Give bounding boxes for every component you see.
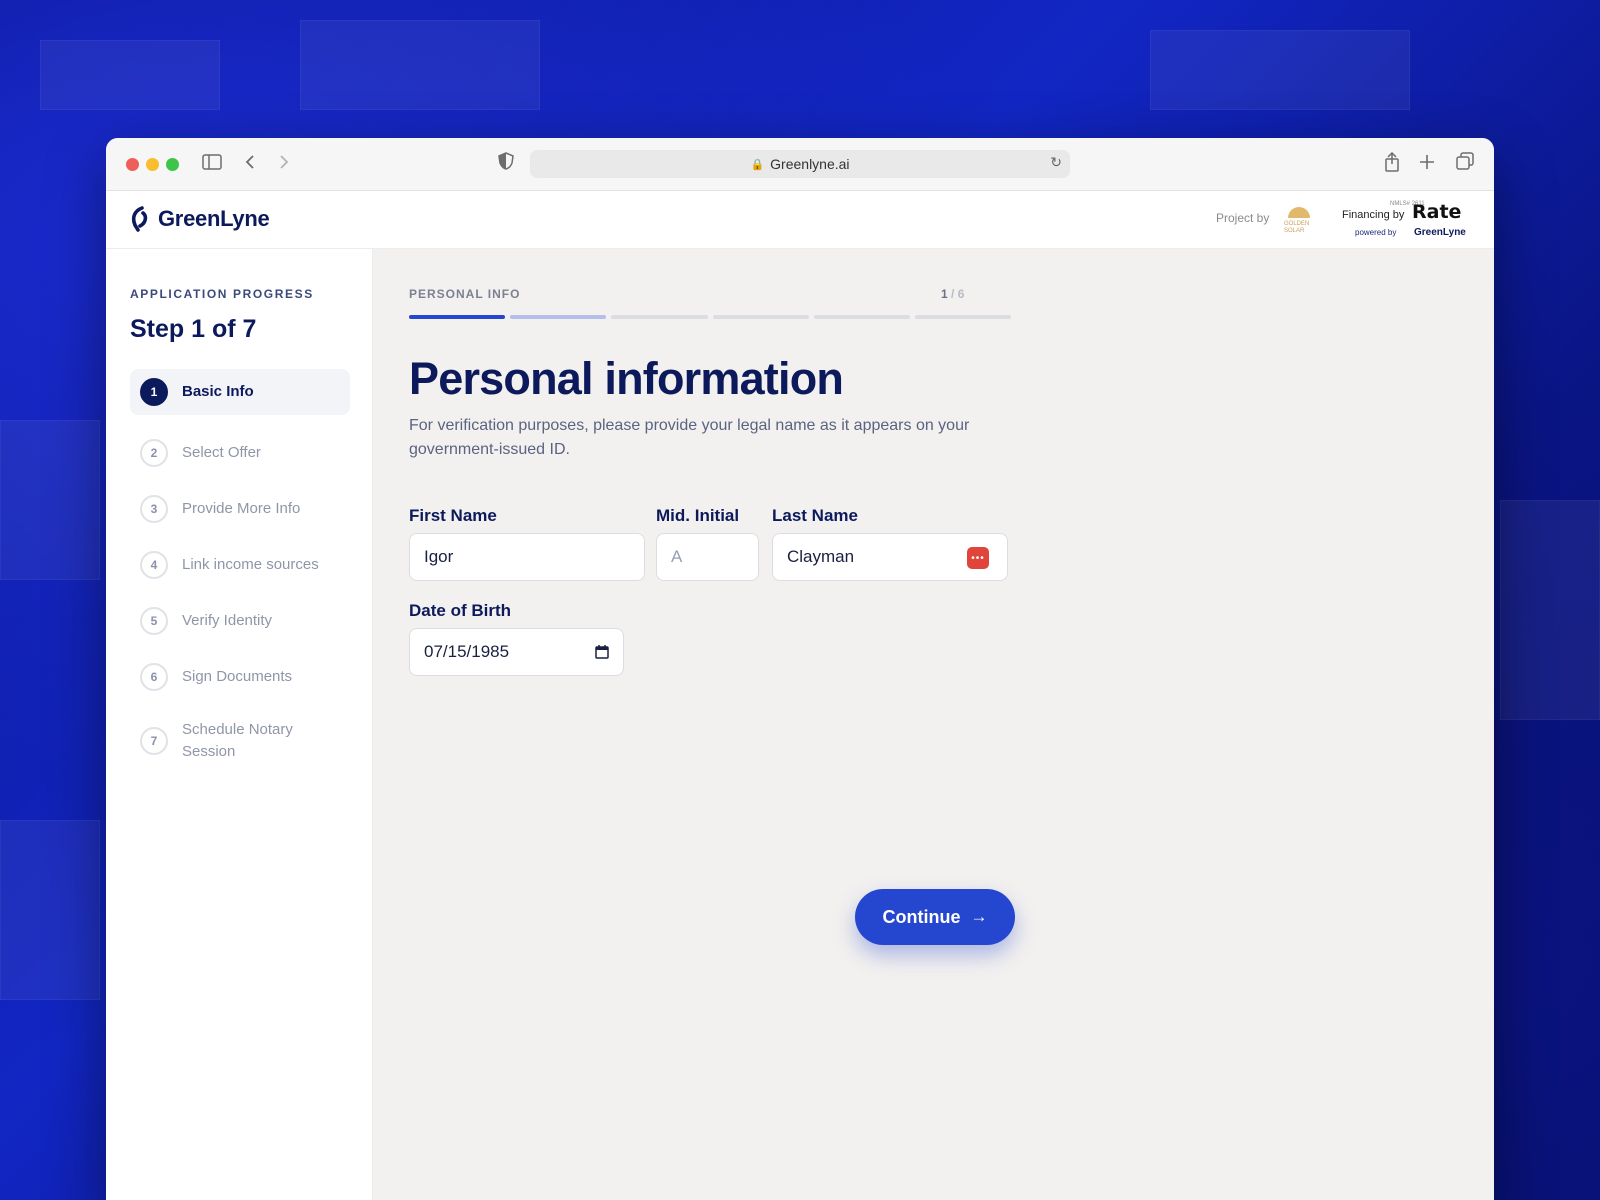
rate-logo: Rate	[1412, 201, 1462, 223]
step-item-verify-identity[interactable]: 5 Verify Identity	[130, 593, 350, 649]
minimize-window-button[interactable]	[146, 158, 159, 171]
sidebar-toggle-icon[interactable]	[202, 152, 222, 176]
step-item-sign-documents[interactable]: 6 Sign Documents	[130, 649, 350, 705]
close-window-button[interactable]	[126, 158, 139, 171]
page-subtitle: For verification purposes, please provid…	[409, 417, 970, 458]
financing-by-label: Financing by	[1342, 209, 1405, 221]
step-number: 4	[140, 551, 168, 579]
step-list: 1 Basic Info 2 Select Offer 3 Provide Mo…	[130, 369, 350, 777]
step-number: 3	[140, 495, 168, 523]
step-number: 7	[140, 727, 168, 755]
password-manager-icon[interactable]: •••	[967, 547, 989, 569]
step-item-basic-info[interactable]: 1 Basic Info	[130, 369, 350, 415]
step-number: 2	[140, 439, 168, 467]
app-header: GreenLyne Project by GOLDEN SOLAR NMLS# …	[106, 191, 1494, 249]
arrow-right-icon: →	[970, 907, 988, 926]
step-item-select-offer[interactable]: 2 Select Offer	[130, 425, 350, 481]
step-title: Step 1 of 7	[130, 315, 257, 343]
page-title: Personal information	[409, 353, 844, 404]
powered-by-logo: GreenLyne	[1414, 227, 1466, 238]
last-name-label: Last Name	[772, 506, 858, 525]
date-of-birth-label: Date of Birth	[409, 601, 511, 620]
step-number: 6	[140, 663, 168, 691]
continue-label: Continue	[882, 906, 961, 927]
application-progress-label: APPLICATION PROGRESS	[130, 287, 314, 301]
share-icon[interactable]	[1384, 151, 1400, 178]
last-name-field[interactable]: Clayman •••	[772, 533, 1008, 581]
step-label: Verify Identity	[182, 612, 273, 629]
date-of-birth-field[interactable]: 07/15/1985	[409, 628, 624, 676]
browser-toolbar: 🔒 Greenlyne.ai ↻	[106, 138, 1494, 191]
progress-segment	[611, 315, 708, 319]
step-item-provide-more-info[interactable]: 3 Provide More Info	[130, 481, 350, 537]
step-item-schedule-notary[interactable]: 7 Schedule Notary Session	[130, 705, 350, 777]
last-name-value: Clayman	[787, 547, 855, 566]
step-label: Sign Documents	[182, 668, 293, 685]
progress-segment	[813, 315, 910, 319]
main-content: PERSONAL INFO 1 / 6 Personal information…	[373, 249, 1494, 1200]
first-name-label: First Name	[409, 506, 497, 525]
step-label: Schedule Notary Session	[182, 721, 293, 760]
progress-segment	[914, 315, 1012, 319]
reload-icon[interactable]: ↻	[1050, 154, 1062, 171]
greenlyne-logo-text: GreenLyne	[158, 206, 270, 231]
middle-initial-label: Mid. Initial	[656, 506, 740, 525]
golden-solar-logo-text: GOLDEN SOLAR	[1284, 221, 1310, 234]
zoom-window-button[interactable]	[166, 158, 179, 171]
new-tab-icon[interactable]	[1419, 152, 1435, 176]
progress-segment	[510, 315, 607, 319]
financing-partner: NMLS# 2611 Financing by Rate powered by …	[1342, 201, 1482, 241]
progress-segment	[712, 315, 809, 319]
section-progress-bar	[409, 315, 1012, 319]
step-number: 1	[140, 378, 168, 406]
step-label: Select Offer	[182, 444, 261, 461]
step-item-link-income-sources[interactable]: 4 Link income sources	[130, 537, 350, 593]
greenlyne-logo[interactable]: GreenLyne	[130, 206, 270, 232]
address-bar[interactable]: 🔒 Greenlyne.ai ↻	[530, 150, 1070, 178]
middle-initial-placeholder: A	[671, 547, 683, 566]
progress-segment	[409, 315, 506, 319]
back-icon[interactable]	[244, 152, 256, 176]
section-current: 1	[941, 287, 948, 301]
project-by-label: Project by	[1216, 211, 1270, 225]
first-name-value: Igor	[424, 547, 454, 566]
step-number: 5	[140, 607, 168, 635]
forward-icon[interactable]	[278, 152, 290, 176]
section-total: / 6	[947, 287, 965, 301]
section-label: PERSONAL INFO	[409, 287, 521, 301]
calendar-icon[interactable]	[595, 644, 609, 663]
date-of-birth-value: 07/15/1985	[424, 642, 510, 661]
progress-sidebar: APPLICATION PROGRESS Step 1 of 7 1 Basic…	[106, 249, 373, 1200]
middle-initial-field[interactable]: A	[656, 533, 759, 581]
browser-window: 🔒 Greenlyne.ai ↻ GreenLyne Project by GO…	[106, 138, 1494, 1200]
lock-icon: 🔒	[750, 158, 765, 171]
step-label: Provide More Info	[182, 500, 301, 517]
address-bar-url: Greenlyne.ai	[770, 156, 850, 172]
privacy-shield-icon[interactable]	[498, 152, 514, 176]
step-label: Basic Info	[182, 383, 254, 400]
powered-by-label: powered by	[1355, 228, 1397, 237]
continue-button[interactable]: Continue →	[855, 889, 1015, 945]
greenlyne-logo-icon	[130, 206, 150, 232]
golden-solar-logo: GOLDEN SOLAR	[1284, 201, 1314, 235]
tab-overview-icon[interactable]	[1456, 152, 1474, 176]
first-name-field[interactable]: Igor	[409, 533, 645, 581]
section-counter: 1 / 6	[941, 287, 964, 301]
step-label: Link income sources	[182, 556, 319, 573]
sun-icon	[1288, 207, 1310, 218]
